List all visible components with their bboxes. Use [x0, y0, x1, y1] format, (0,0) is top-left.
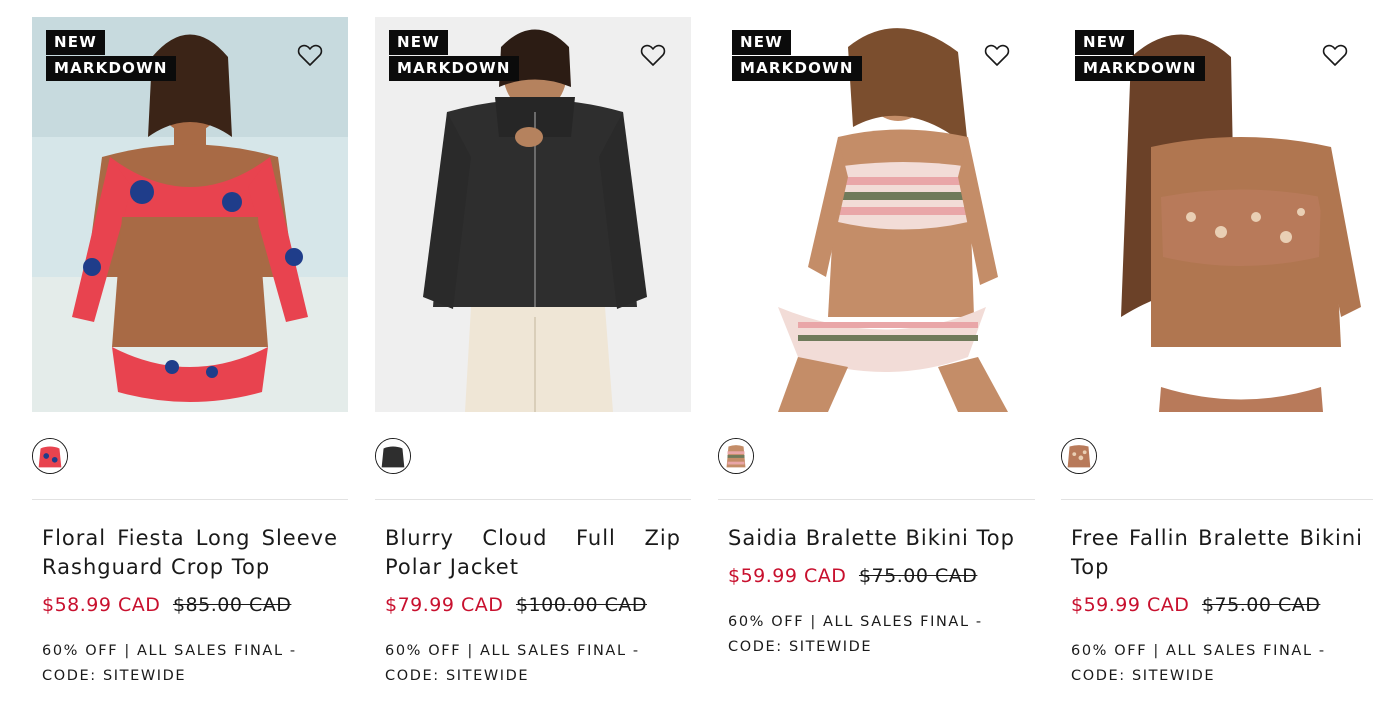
sale-price: $79.99 CAD	[385, 594, 504, 616]
product-image-container[interactable]: NEW MARKDOWN	[1061, 17, 1373, 412]
original-price: $85.00 CAD	[172, 594, 292, 616]
original-price: $75.00 CAD	[858, 565, 978, 587]
product-prices: $79.99 CAD $100.00 CAD	[385, 593, 681, 617]
product-badges: NEW MARKDOWN	[1075, 30, 1205, 81]
product-info: Saidia Bralette Bikini Top $59.99 CAD $7…	[718, 500, 1035, 660]
markdown-badge: MARKDOWN	[389, 56, 519, 81]
color-swatches	[32, 412, 348, 500]
original-price: $100.00 CAD	[515, 594, 647, 616]
sale-price: $58.99 CAD	[42, 594, 161, 616]
product-badges: NEW MARKDOWN	[389, 30, 519, 81]
new-badge: NEW	[732, 30, 791, 55]
leopard-swatch[interactable]	[1061, 438, 1097, 474]
floral-swatch[interactable]	[32, 438, 68, 474]
new-badge: NEW	[46, 30, 105, 55]
product-info: Free Fallin Bralette Bikini Top $59.99 C…	[1061, 500, 1373, 689]
heart-outline-icon[interactable]	[639, 41, 667, 69]
product-card[interactable]: NEW MARKDOWN Free Fallin Bralette Bikini…	[1061, 17, 1373, 707]
product-card[interactable]: NEW MARKDOWN Saidia Bralette Bikini Top	[718, 17, 1035, 707]
product-info: Blurry Cloud Full Zip Polar Jacket $79.9…	[375, 500, 691, 689]
product-title[interactable]: Saidia Bralette Bikini Top	[728, 524, 1025, 553]
product-title[interactable]: Floral Fiesta Long Sleeve Rashguard Crop…	[42, 524, 338, 582]
product-info: Floral Fiesta Long Sleeve Rashguard Crop…	[32, 500, 348, 689]
heart-outline-icon[interactable]	[983, 41, 1011, 69]
markdown-badge: MARKDOWN	[732, 56, 862, 81]
product-prices: $59.99 CAD $75.00 CAD	[728, 564, 1025, 588]
promo-text: 60% OFF | ALL SALES FINAL - CODE: SITEWI…	[42, 643, 297, 684]
black-swatch[interactable]	[375, 438, 411, 474]
promo-text: 60% OFF | ALL SALES FINAL - CODE: SITEWI…	[728, 614, 983, 655]
heart-outline-icon[interactable]	[296, 41, 324, 69]
color-swatches	[718, 412, 1035, 500]
product-image-container[interactable]: NEW MARKDOWN	[375, 17, 691, 412]
product-prices: $58.99 CAD $85.00 CAD	[42, 593, 338, 617]
color-swatches	[1061, 412, 1373, 500]
product-title[interactable]: Free Fallin Bralette Bikini Top	[1071, 524, 1363, 582]
sale-price: $59.99 CAD	[1071, 594, 1190, 616]
color-swatches	[375, 412, 691, 500]
striped-swatch[interactable]	[718, 438, 754, 474]
markdown-badge: MARKDOWN	[46, 56, 176, 81]
sale-price: $59.99 CAD	[728, 565, 847, 587]
product-image-container[interactable]: NEW MARKDOWN	[32, 17, 348, 412]
product-card[interactable]: NEW MARKDOWN Floral Fiesta Long Sleeve R…	[32, 17, 348, 707]
heart-outline-icon[interactable]	[1321, 41, 1349, 69]
product-badges: NEW MARKDOWN	[46, 30, 176, 81]
product-badges: NEW MARKDOWN	[732, 30, 862, 81]
new-badge: NEW	[1075, 30, 1134, 55]
product-card[interactable]: NEW MARKDOWN Blurry Cloud Full Zip Polar…	[375, 17, 691, 707]
markdown-badge: MARKDOWN	[1075, 56, 1205, 81]
promo-text: 60% OFF | ALL SALES FINAL - CODE: SITEWI…	[385, 643, 640, 684]
new-badge: NEW	[389, 30, 448, 55]
original-price: $75.00 CAD	[1201, 594, 1321, 616]
product-grid: NEW MARKDOWN Floral Fiesta Long Sleeve R…	[0, 0, 1373, 716]
product-image-container[interactable]: NEW MARKDOWN	[718, 17, 1035, 412]
promo-text: 60% OFF | ALL SALES FINAL - CODE: SITEWI…	[1071, 643, 1326, 684]
product-prices: $59.99 CAD $75.00 CAD	[1071, 593, 1363, 617]
product-title[interactable]: Blurry Cloud Full Zip Polar Jacket	[385, 524, 681, 582]
